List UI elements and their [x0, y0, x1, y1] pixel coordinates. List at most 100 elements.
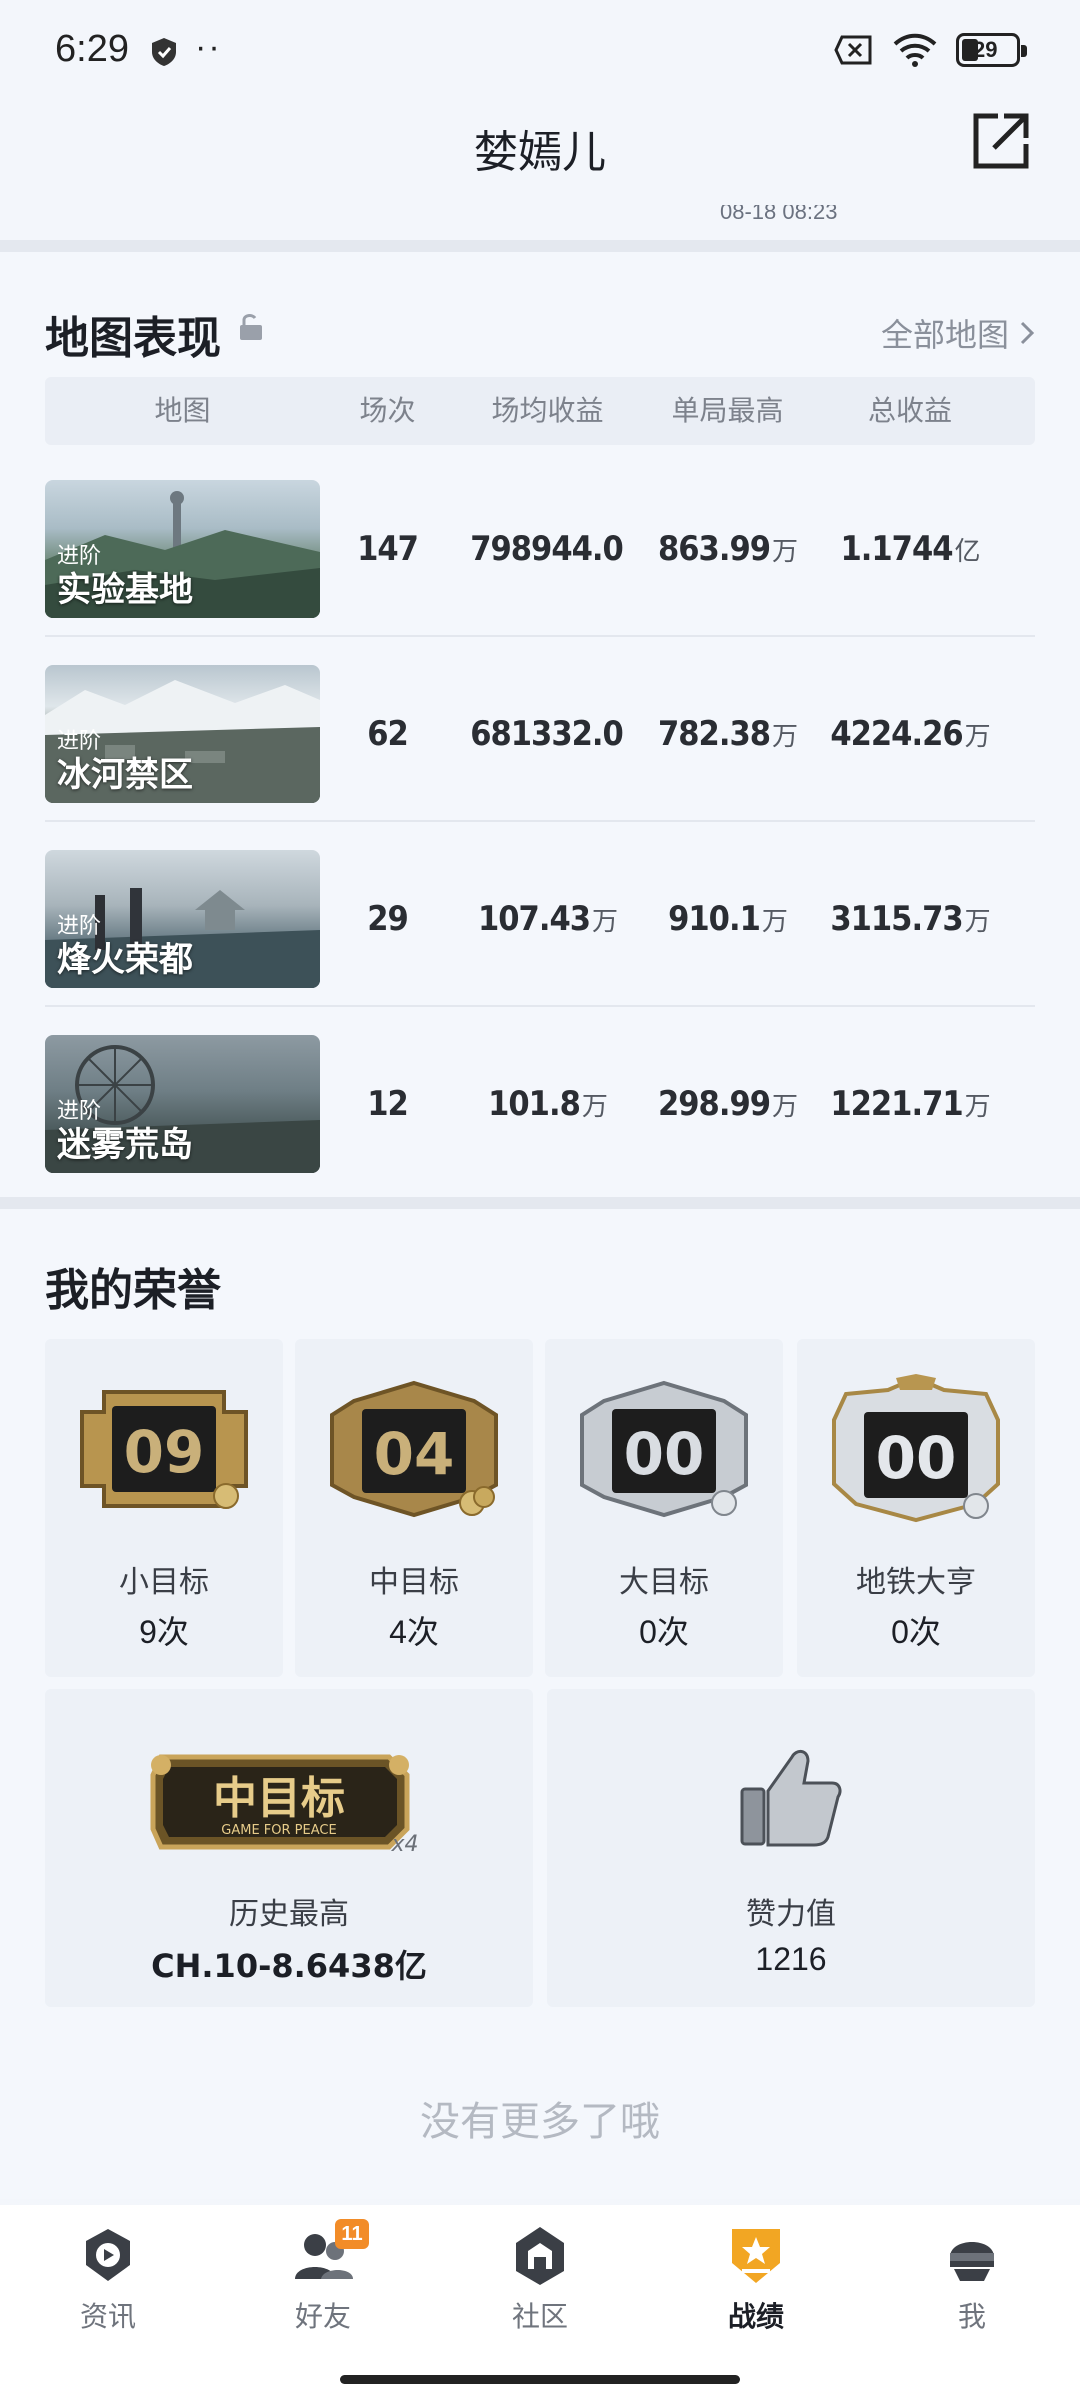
honor-tile-medium-goal[interactable]: 04 中目标 4次: [295, 1339, 533, 1677]
table-header: 地图 场次 场均收益 单局最高 总收益: [45, 377, 1035, 445]
nav-label: 资讯: [79, 2301, 136, 2332]
avg-value: 681332.0: [470, 714, 624, 754]
avg-unit: 万: [581, 1092, 608, 1122]
map-thumbnail[interactable]: 进阶 迷雾荒岛: [45, 1035, 320, 1173]
share-icon[interactable]: [970, 110, 1032, 172]
total-value: 4224.26: [830, 714, 963, 754]
map-thumbnail[interactable]: 进阶 实验基地: [45, 480, 320, 618]
map-row[interactable]: 进阶 迷雾荒岛 12 101.8万 298.99万 1221.71万: [45, 1007, 1035, 1192]
honor-label: 中目标: [369, 1566, 459, 1599]
avg-cell: 101.8万: [455, 1035, 640, 1173]
best-cell: 298.99万: [640, 1035, 815, 1173]
big-goal-badge-icon: 00: [580, 1380, 748, 1518]
column-header-games: 场次: [359, 395, 416, 426]
total-value: 1.1744: [840, 529, 953, 569]
total-unit: 万: [964, 722, 991, 752]
battery-icon: 29: [956, 33, 1027, 67]
honor-label: 小目标: [119, 1566, 209, 1599]
medium-goal-badge-number: 04: [374, 1420, 455, 1488]
nav-item-record[interactable]: 战绩: [686, 2223, 826, 2335]
thumbs-up-icon: [740, 1750, 842, 1847]
honors-card: 我的荣誉 09 小目标 9次 04 中目标 4次 00 大目标 0次 00 地铁…: [0, 1209, 1080, 2199]
likes-label: 赞力值: [746, 1898, 836, 1931]
home-indicator[interactable]: [340, 2375, 740, 2384]
total-value: 3115.73: [830, 899, 963, 939]
best-value: 298.99: [657, 1084, 771, 1124]
best-value: 910.1: [668, 899, 761, 939]
chevron-right-icon: [1020, 321, 1035, 345]
map-row[interactable]: 进阶 实验基地 147 798944.0 863.99万 1.1744亿: [45, 452, 1035, 637]
nav-item-friends[interactable]: 11 好友: [253, 2219, 393, 2335]
honor-label: 大目标: [619, 1566, 709, 1599]
map-thumbnail[interactable]: 进阶 冰河禁区: [45, 665, 320, 803]
battery-level: 29: [973, 37, 998, 62]
notification-dots: ··: [195, 28, 222, 66]
all-maps-label: 全部地图: [880, 317, 1009, 353]
honor-count: 4次: [389, 1614, 439, 1650]
map-row[interactable]: 进阶 冰河禁区 62 681332.0 782.38万 4224.26万: [45, 637, 1035, 822]
history-best-label: 历史最高: [229, 1898, 349, 1931]
history-best-value: CH.10-8.6438亿: [151, 1947, 427, 1985]
nav-item-news[interactable]: 资讯: [38, 2223, 178, 2335]
map-row[interactable]: 进阶 烽火荣都 29 107.43万 910.1万 3115.73万: [45, 822, 1035, 1007]
map-performance-card: 地图表现 全部地图 地图 场次 场均收益 单局最高 总收益 进阶 实验基地 14…: [0, 252, 1080, 1197]
honors-section-title: 我的荣誉: [45, 1266, 221, 1315]
all-maps-link[interactable]: 全部地图: [881, 310, 1035, 356]
nav-label: 好友: [294, 2301, 351, 2332]
map-name: 烽火荣都: [57, 941, 193, 979]
best-unit: 万: [772, 1092, 798, 1122]
metro-tycoon-badge-number: 00: [876, 1424, 957, 1492]
total-cell: 1.1744亿: [815, 480, 1005, 618]
map-name: 实验基地: [57, 571, 193, 609]
honor-tile-metro-tycoon[interactable]: 00 地铁大亨 0次: [797, 1339, 1035, 1677]
history-badge-title: 中目标: [213, 1773, 345, 1824]
likes-value: 1216: [755, 1941, 827, 1977]
friends-notification-badge: 11: [335, 2219, 369, 2249]
honor-count: 0次: [639, 1614, 689, 1650]
nav-label: 我: [957, 2301, 986, 2332]
honor-count: 9次: [139, 1614, 189, 1650]
map-name: 迷雾荒岛: [57, 1126, 193, 1164]
honor-tile-big-goal[interactable]: 00 大目标 0次: [545, 1339, 783, 1677]
status-bar: 6:29 ·· 29: [0, 0, 1080, 100]
status-icons: 29: [834, 32, 1027, 68]
total-value: 1221.71: [830, 1084, 963, 1124]
column-header-map: 地图: [154, 395, 211, 426]
sim-error-icon: [834, 35, 872, 65]
avg-value: 107.43: [477, 899, 591, 939]
wifi-icon: [893, 33, 937, 67]
best-value: 782.38: [657, 714, 771, 754]
games-cell: 147: [357, 529, 419, 569]
avg-cell: 798944.0: [455, 480, 640, 618]
avg-cell: 681332.0: [455, 665, 640, 803]
total-unit: 亿: [954, 537, 981, 567]
honor-tile-small-goal[interactable]: 09 小目标 9次: [45, 1339, 283, 1677]
best-unit: 万: [761, 907, 788, 937]
map-section-title: 地图表现: [45, 314, 221, 363]
history-best-tile[interactable]: 中目标 GAME FOR PEACE x4 历史最高 CH.10-8.6438亿: [45, 1689, 533, 2007]
total-unit: 万: [964, 907, 991, 937]
unlock-icon[interactable]: [238, 312, 264, 342]
avg-value: 101.8: [488, 1084, 581, 1124]
best-unit: 万: [772, 537, 798, 567]
avg-unit: 万: [592, 907, 618, 937]
section-divider: [0, 1197, 1080, 1209]
best-unit: 万: [772, 722, 798, 752]
small-goal-badge-icon: 09: [80, 1390, 248, 1509]
likes-tile[interactable]: 赞力值 1216: [547, 1689, 1035, 2007]
news-icon: [86, 2229, 130, 2281]
scrolled-timestamp: 08-18 08:23: [720, 205, 838, 224]
record-icon: [732, 2229, 780, 2283]
community-icon: [516, 2227, 564, 2285]
nav-item-community[interactable]: 社区: [470, 2223, 610, 2335]
big-goal-badge-number: 00: [624, 1420, 705, 1488]
history-best-badge-icon: 中目标 GAME FOR PEACE x4: [150, 1754, 419, 1857]
map-thumbnail[interactable]: 进阶 烽火荣都: [45, 850, 320, 988]
column-header-total: 总收益: [867, 395, 952, 426]
total-cell: 1221.71万: [815, 1035, 1005, 1173]
avg-value: 798944.0: [470, 529, 624, 569]
nav-item-profile[interactable]: 我: [902, 2223, 1042, 2335]
nav-label: 战绩: [727, 2301, 784, 2332]
total-cell: 3115.73万: [815, 850, 1005, 988]
medium-goal-badge-icon: 04: [330, 1380, 498, 1518]
